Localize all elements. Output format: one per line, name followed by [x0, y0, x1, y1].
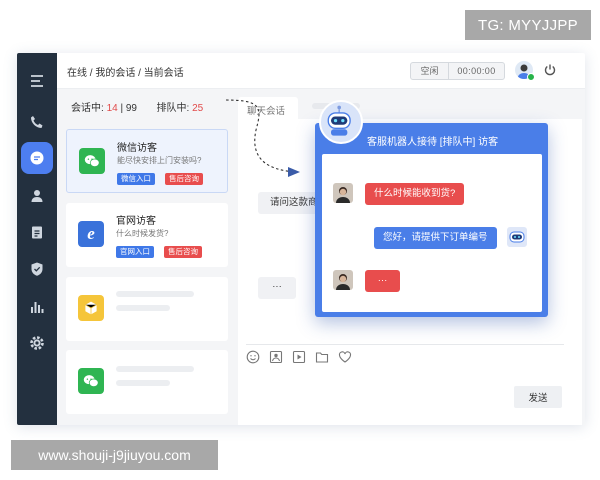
- session-card-website[interactable]: e 官网访客 什么时候发货? 官网入口 售后咨询: [66, 203, 228, 267]
- menu-icon[interactable]: [21, 65, 53, 97]
- robot-icon: [319, 100, 363, 144]
- status-indicator[interactable]: 空闲 00:00:00: [410, 62, 505, 80]
- tag-channel: 微信入口: [117, 173, 155, 185]
- visitor-typing: ···: [365, 270, 400, 292]
- card-subtitle: 什么时候发货?: [116, 229, 169, 238]
- placeholder-line: [116, 291, 194, 297]
- image-icon[interactable]: [269, 350, 283, 364]
- tag-category: 售后咨询: [165, 173, 203, 185]
- online-status-dot: [527, 73, 535, 81]
- power-icon[interactable]: [543, 63, 557, 77]
- user-icon[interactable]: [21, 180, 53, 212]
- send-button[interactable]: 发送: [514, 386, 562, 408]
- placeholder-line: [116, 366, 194, 372]
- card-title: 官网访客: [116, 216, 156, 227]
- chat-icon[interactable]: [21, 142, 53, 174]
- tab-chat-session[interactable]: 聊天会话: [238, 97, 298, 119]
- tg-badge: TG: MYYJJPP: [465, 10, 591, 40]
- wechat-icon: [79, 148, 105, 174]
- session-card-placeholder[interactable]: [66, 350, 228, 414]
- session-counts: 会话中: 14 | 99 排队中: 25: [71, 103, 204, 114]
- phone-icon[interactable]: [21, 106, 53, 138]
- robot-avatar: [507, 227, 527, 247]
- session-timer: 00:00:00: [457, 66, 496, 76]
- composer-toolbar: [246, 350, 352, 364]
- bar-chart-icon[interactable]: [21, 291, 53, 323]
- placeholder-line: [116, 305, 170, 311]
- shield-icon[interactable]: [21, 253, 53, 285]
- session-card-placeholder[interactable]: [66, 277, 228, 341]
- placeholder-line: [116, 380, 170, 386]
- typing-indicator: ···: [258, 277, 296, 299]
- tag-category: 售后咨询: [164, 246, 202, 258]
- composer-divider: [246, 344, 564, 345]
- emoji-icon[interactable]: [246, 350, 260, 364]
- robot-popup-title: 客服机器人接待 [排队中] 访客: [367, 137, 499, 148]
- wechat-icon: [78, 368, 104, 394]
- top-bar: 在线 / 我的会话 / 当前会话 空闲 00:00:00: [57, 53, 585, 89]
- clipboard-icon[interactable]: [21, 216, 53, 248]
- settings-icon[interactable]: [21, 327, 53, 359]
- sidebar: [17, 53, 57, 425]
- visitor-avatar: [333, 183, 353, 203]
- card-title: 微信访客: [117, 143, 157, 154]
- visitor-avatar: [333, 270, 353, 290]
- session-card-wechat[interactable]: 微信访客 能尽快安排上门安装吗? 微信入口 售后咨询: [66, 129, 228, 193]
- session-list-panel: 会话中: 14 | 99 排队中: 25 微信访客 能尽快安排上门安装吗? 微信…: [57, 90, 237, 425]
- folder-icon[interactable]: [315, 350, 329, 364]
- breadcrumb: 在线 / 我的会话 / 当前会话: [67, 68, 184, 79]
- status-idle: 空闲: [411, 63, 449, 79]
- watermark: www.shouji-j9jiuyou.com: [11, 440, 218, 470]
- card-subtitle: 能尽快安排上门安装吗?: [117, 156, 202, 165]
- box-icon: [78, 295, 104, 321]
- heart-icon[interactable]: [338, 350, 352, 364]
- robot-reply: 您好，请提供下订单编号: [374, 227, 497, 249]
- video-icon[interactable]: [292, 350, 306, 364]
- tag-channel: 官网入口: [116, 246, 154, 258]
- visitor-message: 什么时候能收到货?: [365, 183, 465, 205]
- ie-icon: e: [78, 221, 104, 247]
